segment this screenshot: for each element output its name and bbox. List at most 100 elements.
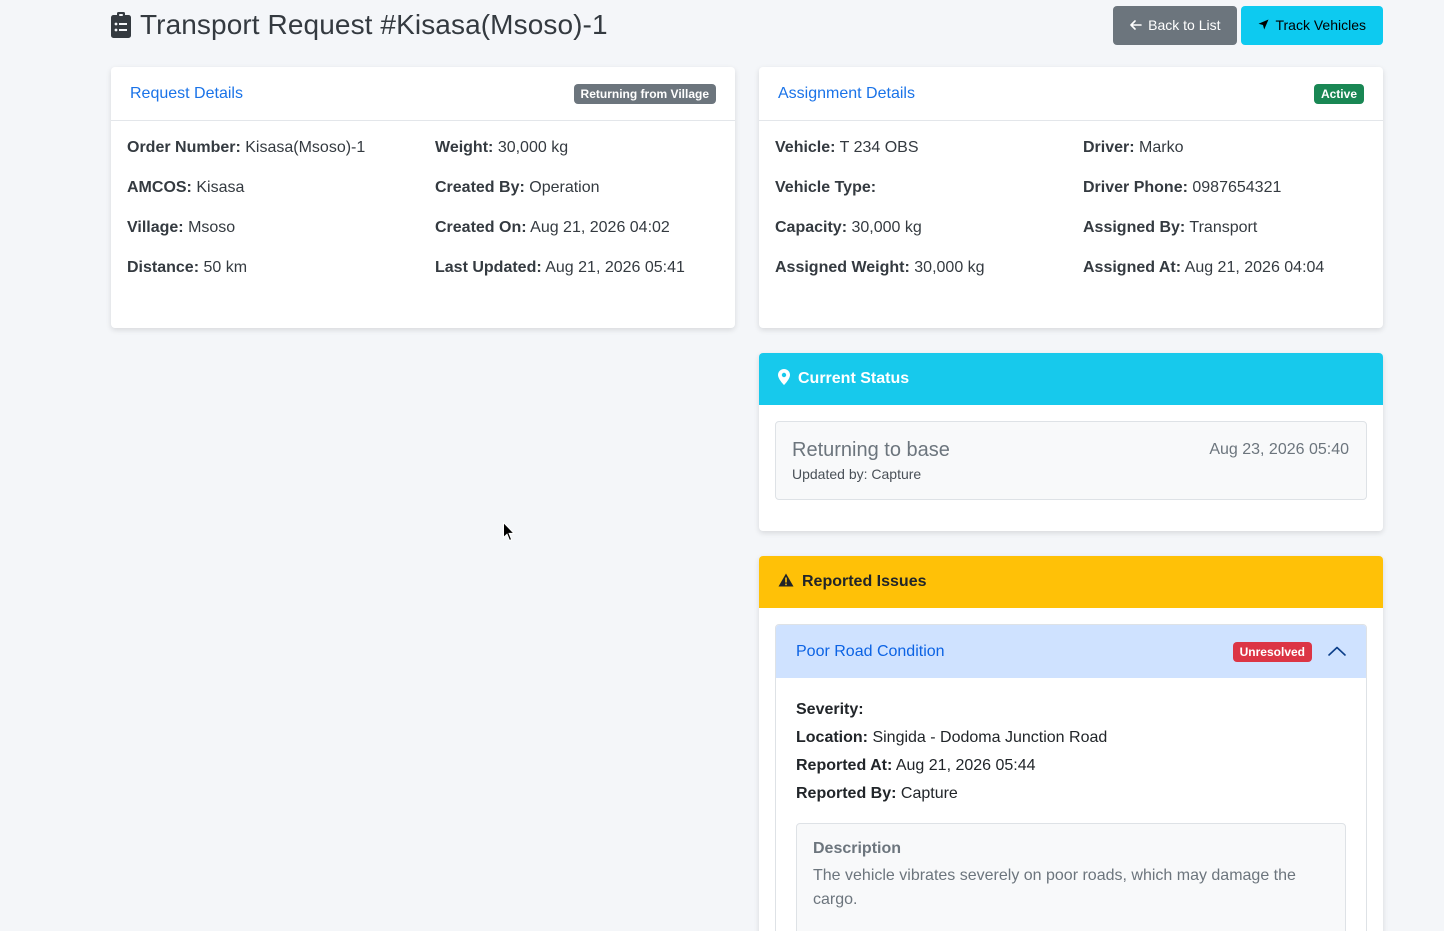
last-updated-label: Last Updated: [435, 259, 542, 276]
assigned-weight-value: 30,000 kg [914, 259, 985, 276]
reported-at-label: Reported At: [796, 757, 893, 774]
distance-field: Distance: 50 km [127, 259, 435, 277]
village-value: Msoso [188, 219, 236, 236]
created-on-value: Aug 21, 2026 04:02 [530, 219, 670, 236]
back-to-list-label: Back to List [1148, 17, 1221, 33]
weight-value: 30,000 kg [497, 139, 569, 156]
amcos-field: AMCOS: Kisasa [127, 179, 435, 197]
current-status-header: Current Status [759, 353, 1383, 405]
back-to-list-button[interactable]: Back to List [1113, 5, 1238, 45]
reported-issues-card: Reported Issues Poor Road Condition Unre… [759, 556, 1383, 931]
driver-phone-value: 0987654321 [1192, 179, 1282, 196]
vehicle-type-field: Vehicle Type: [775, 179, 1083, 197]
vehicle-type-label: Vehicle Type: [775, 179, 877, 196]
assigned-by-value: Transport [1189, 219, 1258, 236]
issue-header-right: Unresolved [1232, 641, 1346, 662]
assignment-details-card: Assignment Details Active Vehicle: T 234… [759, 67, 1383, 328]
description-title: Description [813, 840, 902, 857]
severity-line: Severity: [796, 696, 1346, 724]
assignment-details-title: Assignment Details [778, 84, 915, 102]
distance-value: 50 km [203, 259, 248, 276]
issue-title: Poor Road Condition [796, 642, 945, 660]
current-status-title: Current Status [798, 370, 910, 387]
driver-phone-field: Driver Phone: 0987654321 [1083, 179, 1383, 197]
assignment-details-header: Assignment Details Active [759, 67, 1383, 121]
reported-by-line: Reported By: Capture [796, 780, 1346, 808]
assigned-at-field: Assigned At: Aug 21, 2026 04:04 [1083, 259, 1383, 277]
amcos-label: AMCOS: [127, 179, 192, 196]
assigned-weight-label: Assigned Weight: [775, 259, 910, 276]
description-text: The vehicle vibrates severely on poor ro… [813, 867, 1296, 908]
severity-label: Severity: [796, 701, 864, 718]
track-vehicles-label: Track Vehicles [1275, 17, 1366, 33]
request-details-title: Request Details [130, 84, 243, 102]
page-header: Transport Request #Kisasa(Msoso)-1 Back … [110, 5, 1383, 45]
status-updated-by: Updated by: Capture [792, 466, 922, 482]
assigned-by-field: Assigned By: Transport [1083, 219, 1383, 237]
request-status-badge: Returning from Village [573, 83, 716, 104]
reported-issues-header: Reported Issues [759, 556, 1383, 608]
village-label: Village: [127, 219, 184, 236]
amcos-value: Kisasa [196, 179, 245, 196]
request-details-grid: Order Number: Kisasa(Msoso)-1 Weight: 30… [111, 121, 735, 277]
status-timestamp: Aug 23, 2026 05:40 [1209, 441, 1349, 458]
track-vehicles-button[interactable]: Track Vehicles [1241, 5, 1383, 45]
reported-issues-title: Reported Issues [802, 573, 927, 590]
order-number-field: Order Number: Kisasa(Msoso)-1 [127, 139, 435, 157]
request-details-header: Request Details Returning from Village [111, 67, 735, 121]
title-wrap: Transport Request #Kisasa(Msoso)-1 [110, 9, 608, 41]
created-on-field: Created On: Aug 21, 2026 04:02 [435, 219, 735, 237]
vehicle-label: Vehicle: [775, 139, 836, 156]
chevron-up-icon[interactable] [1328, 643, 1346, 661]
village-field: Village: Msoso [127, 219, 435, 237]
created-on-label: Created On: [435, 219, 527, 236]
created-by-field: Created By: Operation [435, 179, 735, 197]
reported-at-line: Reported At: Aug 21, 2026 05:44 [796, 752, 1346, 780]
order-number-value: Kisasa(Msoso)-1 [245, 139, 366, 156]
driver-value: Marko [1139, 139, 1184, 156]
issue-accordion-toggle[interactable]: Poor Road Condition Unresolved [776, 625, 1366, 678]
assigned-at-value: Aug 21, 2026 04:04 [1184, 259, 1325, 276]
weight-label: Weight: [435, 139, 494, 156]
capacity-value: 30,000 kg [851, 219, 922, 236]
driver-label: Driver: [1083, 139, 1135, 156]
clipboard-list-icon [110, 11, 132, 39]
status-entry: Returning to base Updated by: Capture Au… [775, 421, 1367, 500]
driver-field: Driver: Marko [1083, 139, 1383, 157]
created-by-label: Created By: [435, 179, 525, 196]
last-updated-field: Last Updated: Aug 21, 2026 05:41 [435, 259, 735, 277]
assignment-details-grid: Vehicle: T 234 OBS Driver: Marko Vehicle… [759, 121, 1383, 277]
issue-accordion-body: Severity: Location: Singida - Dodoma Jun… [776, 678, 1366, 931]
current-status-card: Current Status Returning to base Updated… [759, 353, 1383, 531]
arrow-left-icon [1130, 17, 1142, 33]
warning-triangle-icon [778, 573, 794, 592]
vehicle-value: T 234 OBS [839, 139, 919, 156]
weight-field: Weight: 30,000 kg [435, 139, 735, 157]
vehicle-field: Vehicle: T 234 OBS [775, 139, 1083, 157]
capacity-field: Capacity: 30,000 kg [775, 219, 1083, 237]
order-number-label: Order Number: [127, 139, 241, 156]
issue-status-badge: Unresolved [1232, 641, 1312, 662]
location-label: Location: [796, 729, 868, 746]
reported-by-value: Capture [900, 785, 958, 802]
capacity-label: Capacity: [775, 219, 848, 236]
created-by-value: Operation [529, 179, 600, 196]
location-value: Singida - Dodoma Junction Road [872, 729, 1108, 746]
header-actions: Back to List Track Vehicles [1113, 5, 1383, 45]
reported-at-value: Aug 21, 2026 05:44 [895, 757, 1036, 774]
assignment-status-badge: Active [1313, 83, 1364, 104]
assigned-weight-field: Assigned Weight: 30,000 kg [775, 259, 1083, 277]
location-line: Location: Singida - Dodoma Junction Road [796, 724, 1346, 752]
assigned-at-label: Assigned At: [1083, 259, 1182, 276]
request-details-card: Request Details Returning from Village O… [111, 67, 735, 328]
distance-label: Distance: [127, 259, 200, 276]
description-box: Description The vehicle vibrates severel… [796, 823, 1346, 931]
driver-phone-label: Driver Phone: [1083, 179, 1188, 196]
mouse-cursor-icon [503, 521, 516, 542]
issue-accordion: Poor Road Condition Unresolved Severity:… [775, 624, 1367, 931]
map-marker-icon [778, 368, 790, 390]
reported-by-label: Reported By: [796, 785, 897, 802]
location-arrow-icon [1258, 17, 1269, 33]
page-title: Transport Request #Kisasa(Msoso)-1 [140, 9, 608, 40]
last-updated-value: Aug 21, 2026 05:41 [545, 259, 685, 276]
